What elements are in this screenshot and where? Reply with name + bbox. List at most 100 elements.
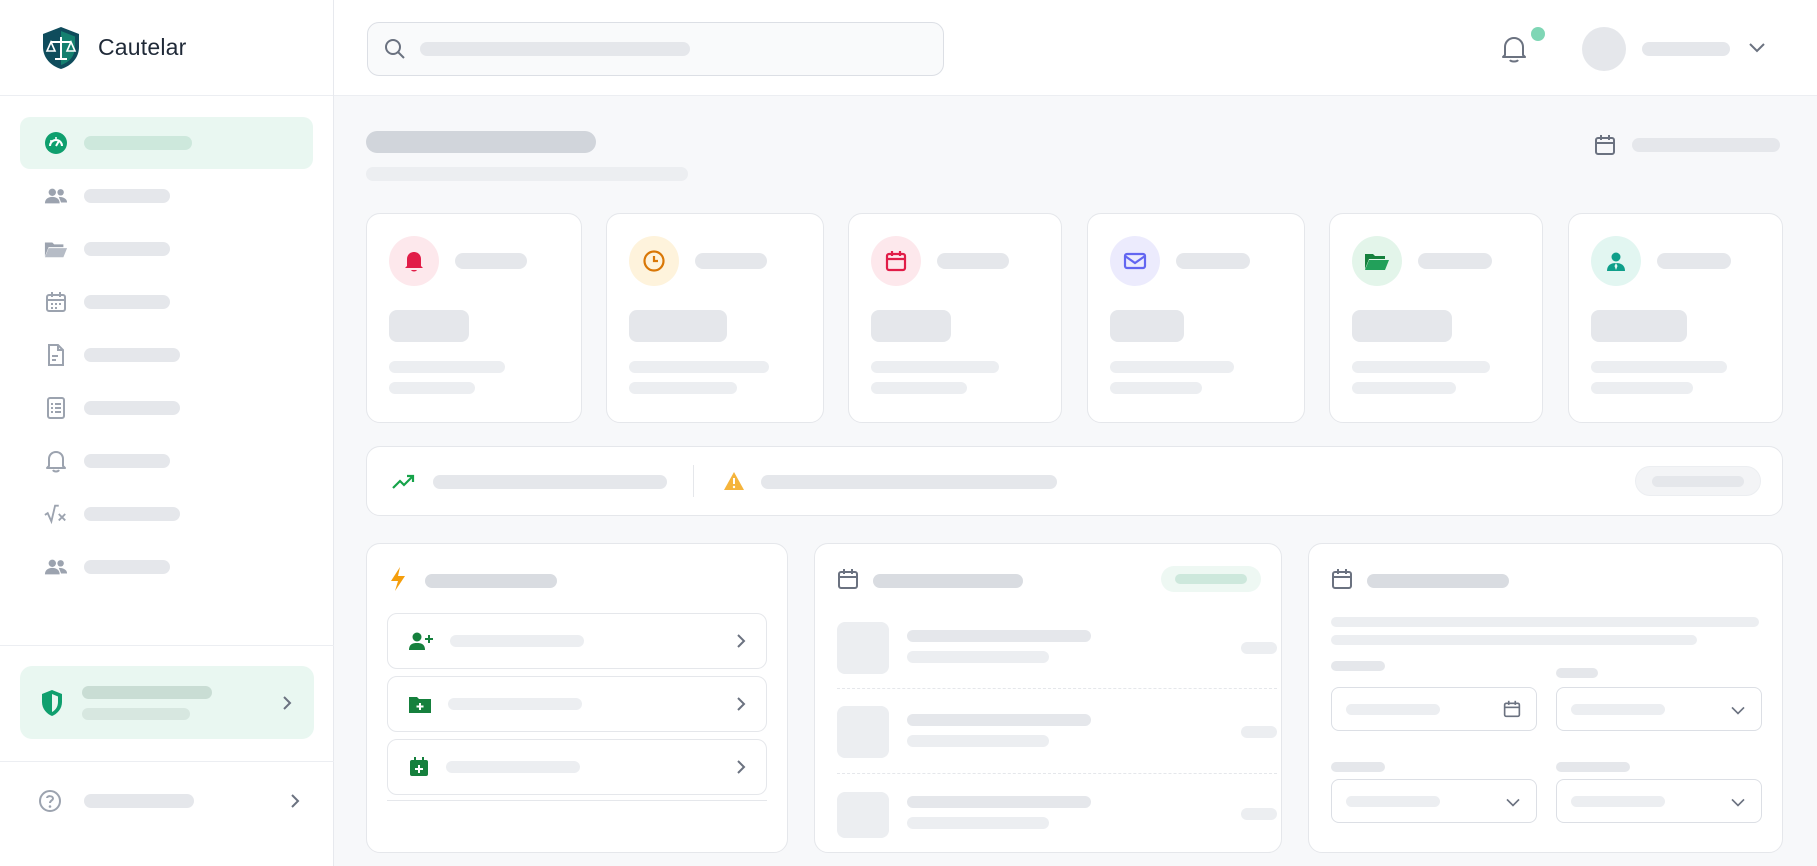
insight-action-button[interactable]: [1635, 466, 1761, 496]
count-badge: [1161, 566, 1261, 592]
appointment-item[interactable]: [837, 792, 1277, 854]
sidebar: Cautelar: [0, 0, 334, 866]
calendar-icon: [871, 236, 921, 286]
user-plus-icon: [408, 631, 434, 651]
term-type-select[interactable]: [1556, 687, 1762, 731]
appointment-item[interactable]: [837, 622, 1277, 684]
notifications-bell-icon[interactable]: [1500, 34, 1528, 64]
user-name: [1642, 42, 1730, 56]
brand-name: Cautelar: [98, 34, 187, 60]
help-label: [84, 794, 194, 808]
help-link[interactable]: [38, 783, 300, 819]
sidebar-item-label: [84, 507, 180, 521]
quick-action-new-case[interactable]: [387, 676, 767, 732]
chevron-down-icon: [1730, 796, 1746, 808]
stat-card-hearings[interactable]: [848, 213, 1062, 423]
divider: [693, 465, 694, 497]
sidebar-item-cases[interactable]: [20, 223, 313, 275]
panel-title: [425, 574, 557, 588]
start-date-input[interactable]: [1331, 687, 1537, 731]
help-circle-icon: [38, 789, 62, 813]
folder-open-icon: [1352, 236, 1402, 286]
search-input[interactable]: [367, 22, 944, 76]
notification-dot: [1531, 27, 1545, 41]
divider: [837, 688, 1277, 689]
bell-icon: [44, 449, 68, 473]
sidebar-item-dashboard[interactable]: [20, 117, 313, 169]
folder-open-icon: [44, 237, 68, 261]
sidebar-item-documents[interactable]: [20, 329, 313, 381]
stat-card-messages[interactable]: [1087, 213, 1305, 423]
sidebar-item-label: [84, 242, 170, 256]
sidebar-item-team[interactable]: [20, 541, 313, 593]
brand[interactable]: Cautelar: [0, 0, 333, 96]
calendar-icon: [837, 568, 859, 590]
search-icon: [384, 38, 406, 60]
trending-up-icon: [391, 472, 415, 490]
jurisdiction-select[interactable]: [1556, 779, 1762, 823]
divider: [837, 773, 1277, 774]
chevron-right-icon: [736, 633, 746, 649]
sidebar-item-calculator[interactable]: [20, 488, 313, 540]
quick-action-new-event[interactable]: [387, 739, 767, 795]
sidebar-item-calendar[interactable]: [20, 276, 313, 328]
days-select[interactable]: [1331, 779, 1537, 823]
mail-icon: [1110, 236, 1160, 286]
date-range-picker[interactable]: [1594, 134, 1780, 156]
sidebar-item-alerts[interactable]: [20, 435, 313, 487]
appointment-item[interactable]: [837, 706, 1277, 768]
panel-title: [1367, 574, 1509, 588]
search-placeholder: [420, 42, 690, 56]
calendar-icon: [1331, 568, 1353, 590]
team-icon: [44, 555, 68, 579]
folder-plus-icon: [408, 694, 432, 714]
chevron-right-icon: [736, 759, 746, 775]
field-label: [1331, 762, 1385, 772]
upcoming-appointments-panel: [814, 543, 1282, 853]
sidebar-item-label: [84, 136, 192, 150]
sidebar-item-clients[interactable]: [20, 170, 313, 222]
security-status-card[interactable]: [20, 666, 314, 739]
quick-action-new-client[interactable]: [387, 613, 767, 669]
shield-icon: [40, 689, 64, 717]
stat-card-alerts[interactable]: [366, 213, 582, 423]
clock-icon: [629, 236, 679, 286]
page-subtitle: [366, 167, 688, 181]
chevron-down-icon: [1505, 796, 1521, 808]
chevron-right-icon: [736, 696, 746, 712]
sidebar-nav: [0, 96, 333, 593]
quick-actions-panel: [366, 543, 788, 853]
calendar-icon: [1503, 700, 1521, 718]
deadline-calculator-panel: [1308, 543, 1783, 853]
stat-card-cases[interactable]: [1329, 213, 1543, 423]
sidebar-item-label: [84, 348, 180, 362]
page-title: [366, 131, 596, 153]
calendar-icon: [1594, 134, 1616, 156]
chevron-down-icon: [1730, 704, 1746, 716]
lightning-icon: [389, 566, 407, 592]
trend-text: [433, 475, 667, 489]
logo-shield-icon: [40, 25, 82, 71]
chevron-down-icon[interactable]: [1748, 40, 1766, 54]
sidebar-item-label: [84, 401, 180, 415]
stat-card-clients[interactable]: [1568, 213, 1783, 423]
calculator-formula-icon: [44, 502, 68, 526]
warning-text: [761, 475, 1057, 489]
divider: [0, 645, 334, 646]
users-icon: [44, 184, 68, 208]
sidebar-item-label: [84, 295, 170, 309]
security-status-text: [82, 685, 282, 720]
document-icon: [44, 343, 68, 367]
avatar[interactable]: [1582, 27, 1626, 71]
quick-action-label: [450, 635, 584, 647]
divider: [0, 761, 334, 762]
sidebar-item-reports[interactable]: [20, 382, 313, 434]
top-bar: [334, 0, 1817, 96]
spreadsheet-icon: [44, 396, 68, 420]
stat-card-pending[interactable]: [606, 213, 824, 423]
bell-icon: [389, 236, 439, 286]
field-label: [1331, 661, 1385, 671]
field-label: [1556, 762, 1630, 772]
warning-icon: [723, 471, 745, 491]
user-tie-icon: [1591, 236, 1641, 286]
